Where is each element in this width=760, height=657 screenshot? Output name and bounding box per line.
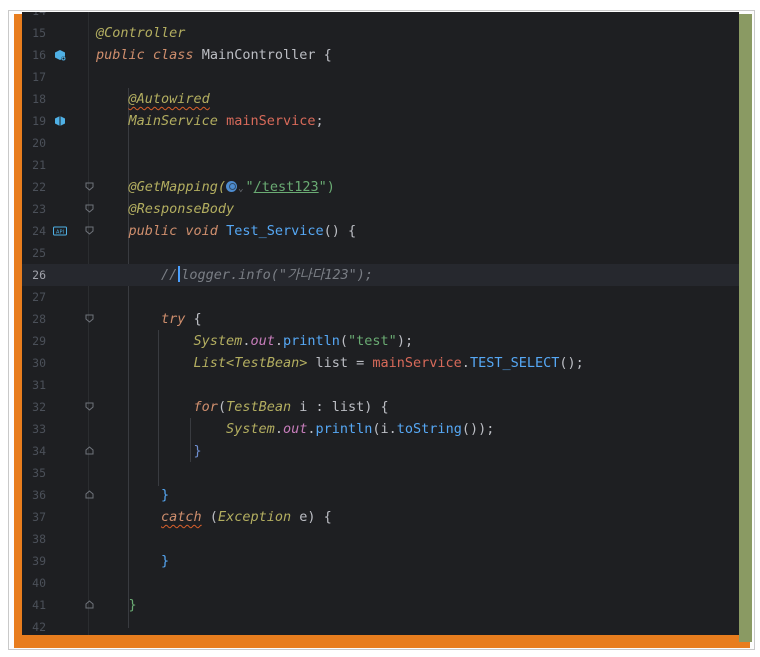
line-number: 17 [32, 70, 46, 84]
code-line[interactable]: 17 [22, 66, 739, 88]
code-line[interactable]: 16 public class MainController { [22, 44, 739, 66]
code-line[interactable]: 19 MainService mainService; [22, 110, 739, 132]
code-line[interactable]: 18 @Autowired [22, 88, 739, 110]
line-number: 19 [32, 114, 46, 128]
code-text: public class MainController { [96, 47, 332, 63]
api-endpoint-icon[interactable]: API [53, 225, 67, 237]
code-text: MainService mainService; [128, 113, 324, 129]
code-line[interactable]: 32 for(TestBean i : list) { [22, 396, 739, 418]
line-number: 22 [32, 180, 46, 194]
spring-bean-icon[interactable] [54, 49, 66, 61]
code-line[interactable]: 28 try { [22, 308, 739, 330]
code-line[interactable]: 29 System.out.println("test"); [22, 330, 739, 352]
fold-marker-icon[interactable] [85, 226, 94, 235]
code-text: //logger.info("가나다123"); [161, 266, 373, 283]
code-line[interactable]: 14 [22, 12, 739, 22]
code-line[interactable]: 21 [22, 154, 739, 176]
code-line[interactable]: 22 @GetMapping(⌄ "/test123") [22, 176, 739, 198]
code-text: System.out.println(i.toString()); [226, 421, 495, 437]
code-line[interactable]: 15 @Controller [22, 22, 739, 44]
code-line[interactable]: 35 [22, 462, 739, 484]
globe-icon[interactable] [226, 181, 238, 192]
line-number: 35 [32, 466, 46, 480]
line-number: 29 [32, 334, 46, 348]
line-number: 15 [32, 26, 46, 40]
code-text: @Controller [96, 25, 186, 41]
code-text: public void Test_Service() { [128, 223, 357, 239]
code-line[interactable]: 34 } [22, 440, 739, 462]
line-number: 21 [32, 158, 46, 172]
line-number: 27 [32, 290, 46, 304]
svg-text:API: API [56, 229, 64, 235]
line-number: 41 [32, 598, 46, 612]
code-text: } [161, 553, 170, 569]
code-line[interactable]: 33 System.out.println(i.toString()); [22, 418, 739, 440]
code-text: try { [161, 311, 202, 327]
code-line[interactable]: 24 API public void Test_Service() { [22, 220, 739, 242]
line-number: 28 [32, 312, 46, 326]
chevron-down-icon[interactable]: ⌄ [238, 184, 243, 194]
line-number: 26 [32, 268, 46, 282]
code-line[interactable]: 39 } [22, 550, 739, 572]
fold-end-icon[interactable] [85, 600, 94, 609]
line-number: 40 [32, 576, 46, 590]
code-line[interactable]: 38 [22, 528, 739, 550]
code-line[interactable]: 27 [22, 286, 739, 308]
line-number: 23 [32, 202, 46, 216]
fold-end-icon[interactable] [85, 490, 94, 499]
code-line[interactable]: 42 [22, 616, 739, 635]
code-text: } [193, 443, 202, 459]
code-line[interactable]: 20 [22, 132, 739, 154]
code-text: catch (Exception e) { [161, 509, 332, 525]
line-number: 37 [32, 510, 46, 524]
fold-marker-icon[interactable] [85, 402, 94, 411]
autowired-bean-icon[interactable] [54, 115, 66, 127]
line-number: 36 [32, 488, 46, 502]
code-text: List<TestBean> list = mainService.TEST_S… [193, 355, 584, 371]
line-number: 42 [32, 620, 46, 634]
line-number: 18 [32, 92, 46, 106]
code-text: @GetMapping(⌄ "/test123") [128, 179, 335, 195]
line-number: 33 [32, 422, 46, 436]
code-text: for(TestBean i : list) { [193, 399, 389, 415]
line-number: 34 [32, 444, 46, 458]
code-line[interactable]: 30 List<TestBean> list = mainService.TES… [22, 352, 739, 374]
line-number: 38 [32, 532, 46, 546]
line-number: 20 [32, 136, 46, 150]
line-number: 16 [32, 48, 46, 62]
line-number: 24 [32, 224, 46, 238]
code-line[interactable]: 31 [22, 374, 739, 396]
code-line[interactable]: 23 @ResponseBody [22, 198, 739, 220]
fold-end-icon[interactable] [85, 446, 94, 455]
code-text: @ResponseBody [128, 201, 235, 217]
fold-marker-icon[interactable] [85, 182, 94, 191]
code-text: } [128, 597, 137, 613]
line-number: 25 [32, 246, 46, 260]
code-line[interactable]: 40 [22, 572, 739, 594]
code-text: System.out.println("test"); [193, 333, 414, 349]
current-code-line[interactable]: 26 //logger.info("가나다123"); [22, 264, 739, 286]
fold-marker-icon[interactable] [85, 314, 94, 323]
endpoint-link[interactable]: /test123 [254, 179, 319, 195]
line-number: 39 [32, 554, 46, 568]
code-text: } [161, 487, 170, 503]
code-text: @Autowired [128, 91, 210, 107]
line-number: 31 [32, 378, 46, 392]
paper-frame-green [739, 14, 752, 642]
line-number: 30 [32, 356, 46, 370]
fold-marker-icon[interactable] [85, 204, 94, 213]
code-line[interactable]: 25 [22, 242, 739, 264]
code-line[interactable]: 37 catch (Exception e) { [22, 506, 739, 528]
line-number: 32 [32, 400, 46, 414]
text-caret [178, 266, 181, 282]
code-line[interactable]: 41 } [22, 594, 739, 616]
code-editor[interactable]: 14 15 @Controller 16 public class MainCo… [22, 12, 739, 635]
code-line[interactable]: 36 } [22, 484, 739, 506]
line-number: 14 [22, 12, 46, 22]
